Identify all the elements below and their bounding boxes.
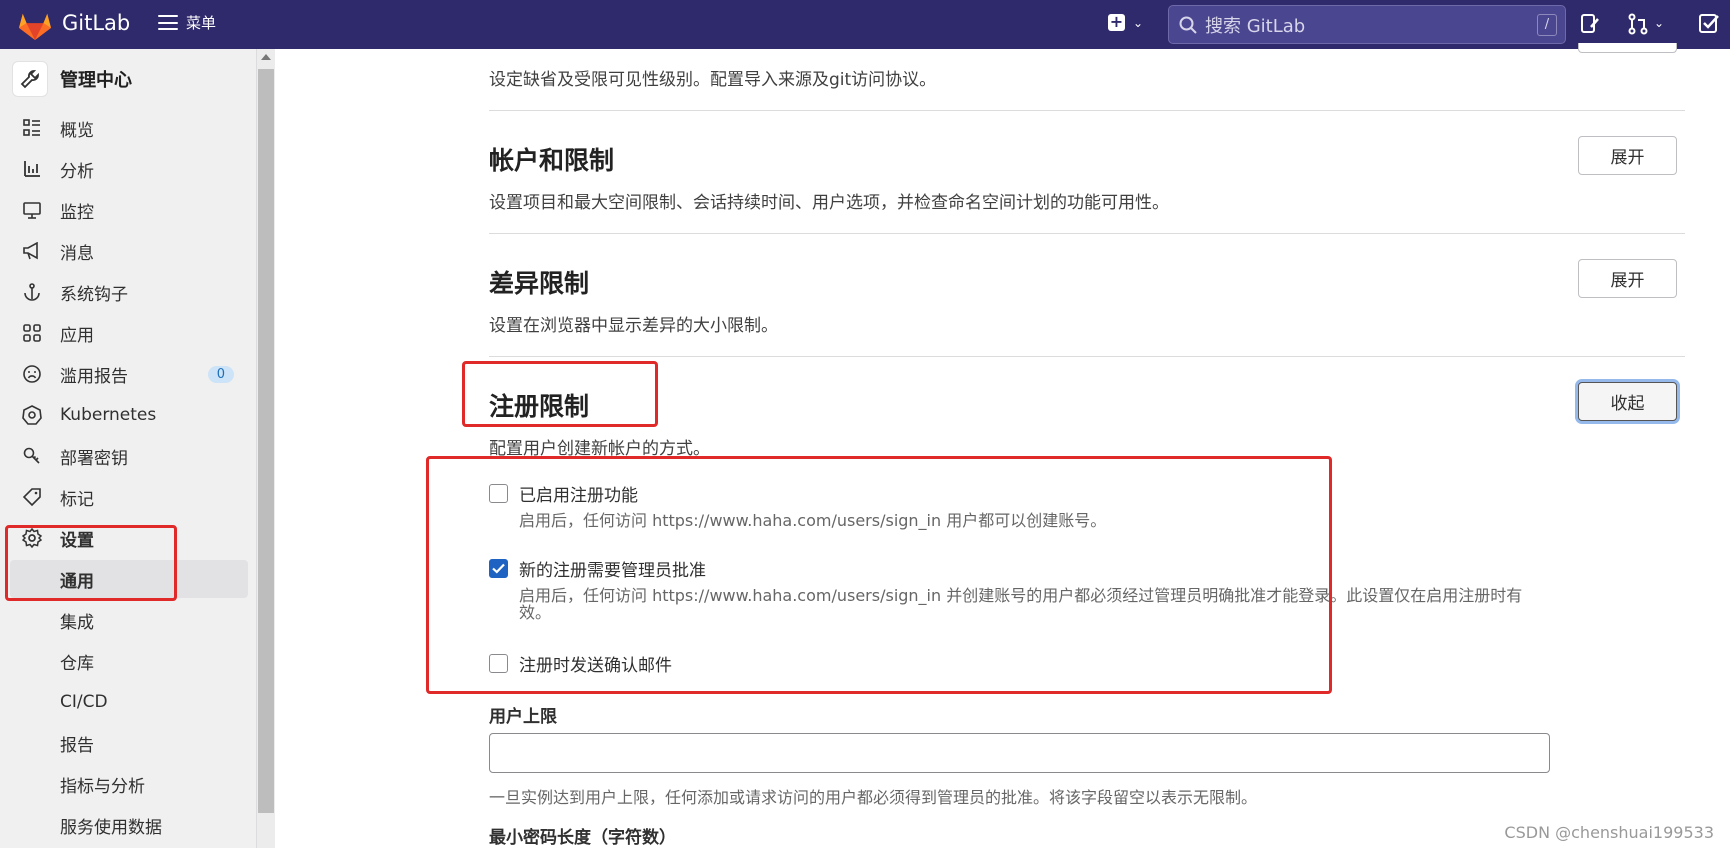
min-password-label: 最小密码长度（字符数） [489, 828, 676, 848]
user-cap-input[interactable] [489, 733, 1550, 773]
menu-button[interactable]: 菜单 [158, 12, 216, 33]
kubernetes-icon [20, 405, 44, 425]
annotation-highlight-box [5, 525, 177, 601]
chevron-down-icon[interactable]: ⌄ [1654, 16, 1664, 30]
annotation-highlight-box [462, 361, 658, 427]
sidebar-subitem-metrics[interactable]: 指标与分析 [10, 765, 248, 803]
user-cap-help: 一旦实例达到用户上限，任何添加或请求访问的用户都必须得到管理员的批准。将该字段留… [489, 788, 1258, 807]
account-section-description: 设置项目和最大空间限制、会话持续时间、用户选项，并检查命名空间计划的功能可用性。 [489, 193, 1169, 213]
sidebar-scrollbar[interactable] [257, 49, 275, 848]
sidebar-title: 管理中心 [60, 70, 132, 91]
abuse-count-badge: 0 [207, 365, 234, 383]
menu-label: 菜单 [186, 14, 217, 32]
gitlab-logo-icon[interactable] [18, 9, 52, 41]
sidebar-subitem-label: 报告 [60, 735, 94, 756]
diff-expand-button[interactable]: 展开 [1578, 259, 1677, 298]
scrollbar-thumb[interactable] [258, 69, 274, 813]
key-icon [20, 447, 44, 465]
sidebar-subitem-label: 服务使用数据 [60, 817, 162, 838]
sidebar-subitem-label: 仓库 [60, 653, 94, 674]
sidebar-item-analytics[interactable]: 分析 [10, 150, 248, 188]
sidebar-item-label: 概览 [60, 120, 94, 141]
chevron-down-icon: ⌄ [1133, 15, 1144, 30]
section-divider [489, 233, 1685, 234]
sidebar-item-messages[interactable]: 消息 [10, 232, 248, 270]
section-divider [489, 110, 1685, 111]
sidebar-item-label: 标记 [60, 489, 94, 510]
top-navbar: GitLab 菜单 + ⌄ 搜索 GitLab / ⌄ [0, 0, 1730, 49]
sidebar-item-label: 应用 [60, 325, 94, 346]
plus-square-icon: + [1108, 12, 1125, 31]
diff-section-title: 差异限制 [489, 269, 590, 298]
search-shortcut-key: / [1537, 14, 1557, 36]
sidebar-item-kubernetes[interactable]: Kubernetes [10, 396, 248, 434]
abuse-icon [20, 365, 44, 383]
user-cap-label: 用户上限 [489, 707, 557, 727]
sidebar-item-abuse-reports[interactable]: 滥用报告 0 [10, 355, 248, 393]
account-expand-button[interactable]: 展开 [1578, 136, 1677, 175]
issues-icon[interactable] [1580, 13, 1600, 35]
sidebar-item-monitor[interactable]: 监控 [10, 191, 248, 229]
sidebar-subitem-label: 指标与分析 [60, 776, 145, 797]
sidebar-item-overview[interactable]: 概览 [10, 109, 248, 147]
sidebar-subitem-usage-data[interactable]: 服务使用数据 [10, 806, 248, 844]
visibility-description: 设定缺省及受限可见性级别。配置导入来源及git访问协议。 [489, 70, 937, 90]
hook-icon [20, 283, 44, 301]
sidebar-subitem-label: 集成 [60, 612, 94, 633]
sidebar-item-system-hooks[interactable]: 系统钩子 [10, 273, 248, 311]
messages-icon [20, 242, 44, 260]
sidebar-item-label: 分析 [60, 161, 94, 182]
signup-collapse-button[interactable]: 收起 [1578, 382, 1677, 421]
search-icon [1179, 16, 1197, 34]
sidebar-subitem-ci-cd[interactable]: CI/CD [10, 683, 248, 721]
main-content: 设定缺省及受限可见性级别。配置导入来源及git访问协议。 帐户和限制 设置项目和… [275, 43, 1730, 848]
sidebar-header[interactable]: 管理中心 [12, 61, 132, 97]
scroll-up-arrow-icon[interactable] [261, 54, 271, 60]
analytics-icon [20, 160, 44, 178]
search-input[interactable]: 搜索 GitLab / [1168, 5, 1566, 44]
applications-icon [20, 324, 44, 342]
sidebar-item-label: 部署密钥 [60, 448, 128, 469]
create-new-button[interactable]: + ⌄ [1108, 14, 1143, 31]
merge-request-icon[interactable] [1628, 13, 1648, 35]
sidebar-item-label: Kubernetes [60, 405, 157, 425]
account-section-title: 帐户和限制 [489, 146, 615, 175]
section-divider [489, 356, 1685, 357]
watermark-text: CSDN @chenshuai199533 [1504, 823, 1714, 842]
admin-sidebar: 管理中心 概览 分析 监控 消息 系统钩子 应用 滥用报告 0 Kubernet… [0, 49, 257, 848]
sidebar-subitem-label: CI/CD [60, 692, 108, 712]
sidebar-subitem-integrations[interactable]: 集成 [10, 601, 248, 639]
wrench-icon [12, 61, 48, 97]
overview-icon [20, 119, 44, 137]
sidebar-subitem-reports[interactable]: 报告 [10, 724, 248, 762]
annotation-highlight-box [426, 456, 1332, 694]
sidebar-subitem-repository[interactable]: 仓库 [10, 642, 248, 680]
sidebar-item-labels[interactable]: 标记 [10, 478, 248, 516]
sidebar-item-label: 滥用报告 [60, 366, 128, 387]
sidebar-item-deploy-keys[interactable]: 部署密钥 [10, 437, 248, 475]
sidebar-item-label: 消息 [60, 243, 94, 264]
hamburger-icon [158, 15, 178, 30]
search-placeholder: 搜索 GitLab [1205, 15, 1306, 37]
sidebar-item-label: 系统钩子 [60, 284, 128, 305]
label-icon [20, 488, 44, 506]
diff-section-description: 设置在浏览器中显示差异的大小限制。 [489, 316, 778, 336]
todo-icon[interactable] [1698, 13, 1720, 35]
brand-name[interactable]: GitLab [62, 11, 130, 35]
visibility-expand-button[interactable] [1578, 43, 1677, 53]
sidebar-item-applications[interactable]: 应用 [10, 314, 248, 352]
monitor-icon [20, 201, 44, 219]
sidebar-item-label: 监控 [60, 202, 94, 223]
